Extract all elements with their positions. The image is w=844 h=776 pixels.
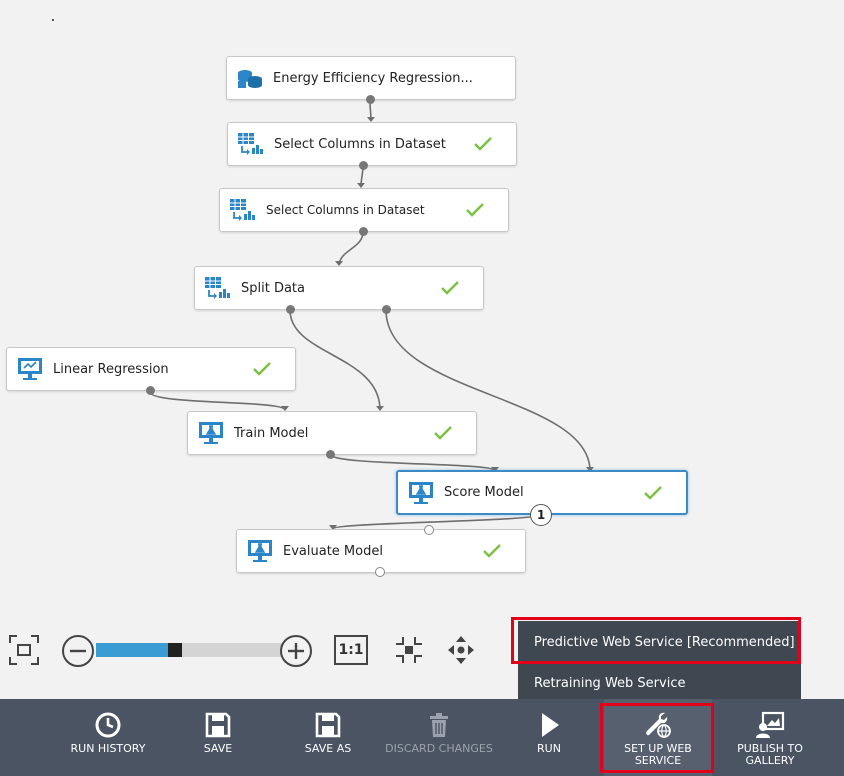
zoom-slider[interactable]	[96, 643, 282, 657]
module-split-data[interactable]: Split Data	[194, 266, 484, 314]
check-icon	[441, 281, 459, 295]
button-label: RUN HISTORY	[70, 742, 146, 755]
button-label: RUN	[537, 742, 561, 755]
input-port-2[interactable]	[424, 525, 434, 535]
command-bar: RUN HISTORY SAVE SAVE AS DISCARD CHANGES…	[0, 699, 844, 776]
zoom-in-icon[interactable]	[279, 634, 313, 668]
module-label: Split Data	[241, 280, 305, 296]
pan-icon[interactable]	[446, 634, 476, 666]
trash-icon	[430, 713, 448, 737]
gallery-icon	[756, 711, 785, 738]
output-port-badge[interactable]: 1	[530, 504, 552, 526]
button-label-line-2: SERVICE	[634, 754, 682, 767]
output-port-1[interactable]	[286, 305, 295, 314]
check-icon	[474, 137, 492, 151]
fit-screen-icon[interactable]	[8, 634, 40, 666]
wire-split-train	[289, 309, 381, 411]
zoom-out-icon[interactable]	[61, 634, 95, 668]
save-button[interactable]: SAVE	[188, 699, 248, 776]
wrench-globe-icon	[646, 712, 671, 738]
check-icon	[483, 544, 501, 558]
module-label: Evaluate Model	[283, 543, 383, 559]
flask-monitor-icon	[248, 540, 272, 562]
discard-changes-button[interactable]: DISCARD CHANGES	[382, 699, 496, 776]
button-label-line-2: GALLERY	[745, 754, 795, 767]
web-service-menu: Predictive Web Service [Recommended] Ret…	[518, 621, 801, 703]
flask-monitor-icon	[409, 481, 433, 504]
publish-to-gallery-button[interactable]: PUBLISH TO GALLERY	[730, 699, 810, 776]
table-transform-icon	[230, 199, 255, 221]
module-train-model[interactable]: Train Model	[187, 411, 477, 459]
output-port[interactable]	[359, 227, 368, 236]
check-icon	[253, 362, 271, 376]
flask-monitor-icon	[199, 422, 223, 444]
dataset-icon	[238, 70, 262, 88]
module-label: Train Model	[234, 425, 309, 441]
output-port[interactable]	[359, 161, 368, 170]
output-port[interactable]	[375, 567, 385, 577]
module-evaluate-model[interactable]: Evaluate Model	[236, 525, 526, 577]
module-label: Select Columns in Dataset	[274, 136, 446, 152]
output-port[interactable]	[326, 450, 335, 459]
clock-icon	[95, 712, 121, 738]
check-icon	[434, 426, 452, 440]
floppy-disk-icon	[205, 712, 231, 738]
menu-item-predictive-web-service[interactable]: Predictive Web Service [Recommended]	[518, 621, 801, 663]
button-label: DISCARD CHANGES	[385, 742, 493, 755]
module-label: Select Columns in Dataset	[266, 203, 425, 217]
module-select-columns-1[interactable]: Select Columns in Dataset	[227, 122, 517, 170]
check-icon	[644, 485, 662, 500]
module-label: Score Model	[444, 485, 524, 500]
menu-item-label: Retraining Web Service	[534, 675, 686, 691]
output-port-2[interactable]	[382, 305, 391, 314]
module-dataset[interactable]: Energy Efficiency Regression...	[226, 56, 516, 104]
module-select-columns-2[interactable]: Select Columns in Dataset	[219, 188, 509, 236]
menu-item-retraining-web-service[interactable]: Retraining Web Service	[518, 663, 801, 703]
monitor-icon	[18, 358, 42, 380]
wire-train-score	[329, 453, 496, 472]
actual-size-label: 1:1	[338, 642, 364, 658]
module-label: Linear Regression	[53, 361, 169, 377]
experiment-canvas[interactable]: Energy Efficiency Regression... Select C…	[0, 0, 844, 700]
output-port[interactable]	[146, 386, 155, 395]
set-up-web-service-button[interactable]: SET UP WEB SERVICE	[604, 699, 712, 776]
zoom-slider-handle[interactable]	[168, 643, 182, 657]
run-button[interactable]: RUN	[524, 699, 574, 776]
module-label: Energy Efficiency Regression...	[273, 70, 473, 86]
floppy-disk-icon	[315, 712, 341, 738]
table-transform-icon	[238, 133, 263, 155]
center-icon[interactable]	[393, 634, 425, 666]
run-history-button[interactable]: RUN HISTORY	[62, 699, 154, 776]
actual-size-button[interactable]: 1:1	[334, 635, 368, 665]
module-linear-regression[interactable]: Linear Regression	[6, 347, 296, 395]
output-port[interactable]	[366, 95, 375, 104]
check-icon	[466, 203, 484, 217]
save-as-button[interactable]: SAVE AS	[298, 699, 358, 776]
wire-linreg-train	[149, 391, 286, 411]
wire-select2-split	[338, 231, 364, 266]
zoom-slider-fill	[96, 643, 168, 657]
button-label: SAVE	[203, 742, 233, 755]
table-transform-icon	[205, 277, 230, 299]
play-icon	[542, 713, 559, 737]
wire-score-evaluate	[332, 513, 542, 530]
button-label: SAVE AS	[304, 742, 352, 755]
menu-item-label: Predictive Web Service [Recommended]	[534, 634, 795, 650]
